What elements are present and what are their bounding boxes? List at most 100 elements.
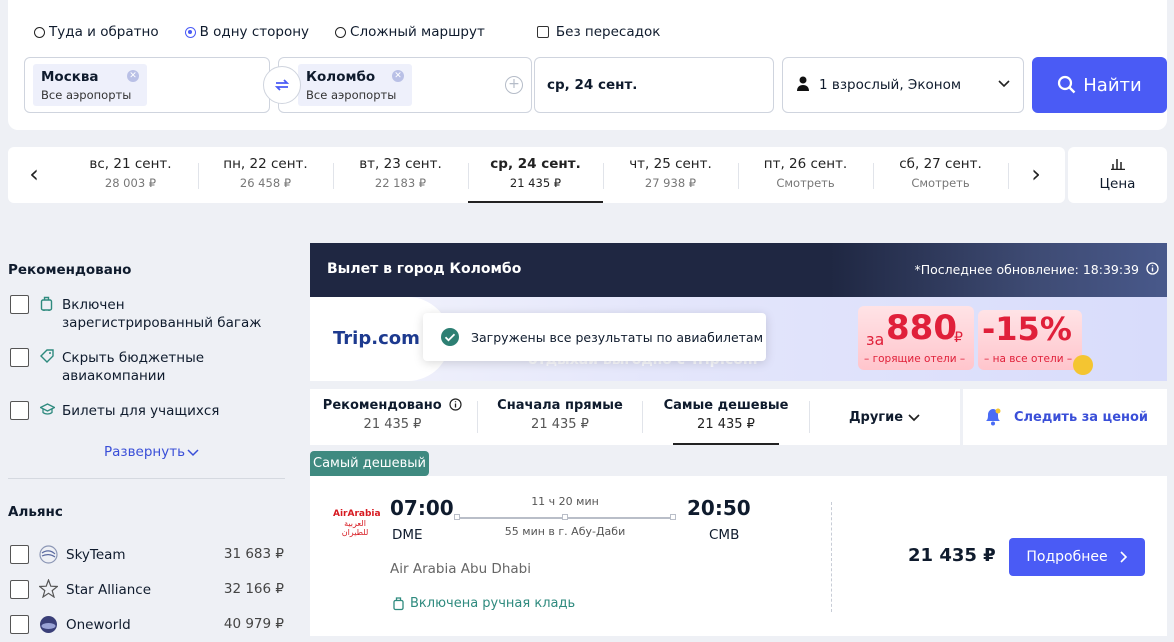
flight-duration: 11 ч 20 мин: [531, 495, 599, 508]
star-alliance-logo-icon: [37, 578, 60, 602]
route-stop-marker: [562, 514, 568, 520]
find-button[interactable]: Найти: [1032, 57, 1167, 113]
radio-one-way[interactable]: В одну сторону: [184, 24, 309, 40]
graduation-cap-icon: [39, 403, 56, 420]
filter-label-baggage: Включен зарегистрированный багаж: [62, 297, 262, 331]
details-button[interactable]: Подробнее: [1009, 538, 1145, 576]
radio-dot[interactable]: [34, 26, 45, 38]
radio-dot[interactable]: [335, 26, 347, 38]
oneworld-svg: [40, 616, 57, 633]
sort-tab-direct[interactable]: Сначала прямые 21 435 ₽: [478, 389, 642, 445]
arrival-time: 20:50: [687, 496, 751, 520]
date-item[interactable]: чт, 25 сент. 27 938 ₽: [603, 147, 738, 203]
direct-only-checkbox[interactable]: Без пересадок: [536, 24, 661, 40]
chevron-down-icon: [187, 449, 199, 457]
date-day: пт, 26 сент.: [763, 156, 848, 172]
chevron-svg: [998, 80, 1010, 88]
date-item[interactable]: вс, 21 сент. 28 003 ₽: [63, 147, 198, 203]
offer-prefix: за: [866, 330, 885, 349]
date-value: ср, 24 сент.: [547, 77, 638, 93]
ticket-divider: [831, 502, 832, 612]
date-day: вт, 23 сент.: [359, 156, 442, 172]
date-item[interactable]: пт, 26 сент. Смотреть: [738, 147, 873, 203]
date-day: чт, 25 сент.: [629, 156, 712, 172]
alliance-checkbox-oneworld[interactable]: [10, 615, 29, 634]
results-header: Вылет в город Коломбо *Последнее обновле…: [310, 243, 1167, 297]
swap-cities-icon[interactable]: [263, 66, 301, 104]
skyteam-logo-icon: [39, 545, 58, 568]
ad-offer-discount: -15% – на все отели –: [978, 310, 1082, 370]
sort-tab-label: Сначала прямые: [497, 398, 623, 413]
radio-round-trip[interactable]: Туда и обратно: [34, 24, 159, 40]
find-label: Найти: [1083, 74, 1142, 96]
remove-destination-icon[interactable]: ✕: [392, 70, 404, 82]
origin-field[interactable]: Москва Все аэропорты ✕: [24, 57, 270, 113]
departure-time: 07:00: [390, 496, 454, 520]
cap-svg: [39, 403, 56, 415]
sort-tab-price: 21 435 ₽: [363, 417, 422, 432]
offer-discount-value: -15%: [982, 310, 1072, 348]
alliance-price: 40 979 ₽: [223, 616, 284, 632]
other-label: Другие: [848, 409, 904, 425]
prev-dates-chevron-icon[interactable]: ‹: [22, 161, 46, 189]
radio-label: Сложный маршрут: [350, 24, 485, 40]
date-item[interactable]: пн, 22 сент. 26 458 ₽: [198, 147, 333, 203]
sort-tab-price: 21 435 ₽: [697, 417, 755, 432]
filter-label-students: Билеты для учащихся: [62, 403, 220, 419]
date-item[interactable]: сб, 27 сент. Смотреть: [873, 147, 1008, 203]
ticket-card[interactable]: AirArabia العربية للطيران 07:00 DME 11 ч…: [310, 476, 1167, 636]
follow-price-button[interactable]: Следить за ценой: [963, 389, 1167, 445]
destination-airports: Все аэропорты: [306, 88, 397, 102]
filter-checkbox-budget[interactable]: [10, 348, 29, 367]
arrival-airport: CMB: [709, 527, 740, 543]
add-destination-icon[interactable]: +: [505, 76, 523, 94]
sort-tab-label: Самые дешевые: [663, 398, 789, 413]
bell-icon: [985, 408, 1001, 426]
info-icon[interactable]: [1146, 262, 1159, 279]
sort-tab-cheapest[interactable]: Самые дешевые 21 435 ₽: [643, 389, 809, 445]
date-day: ср, 24 сент.: [490, 156, 581, 172]
chevron-down-icon: [908, 414, 920, 422]
offer-caption: – горящие отели –: [864, 353, 966, 365]
radio-dot[interactable]: [184, 26, 196, 38]
check-circle-icon: [441, 328, 459, 346]
suitcase-svg: [40, 296, 53, 311]
passengers-value: 1 взрослый, Эконом: [819, 77, 962, 93]
expand-label: Развернуть: [104, 444, 186, 460]
skyteam-svg: [39, 545, 58, 564]
info-icon[interactable]: [449, 398, 462, 411]
filter-checkbox-baggage[interactable]: [10, 295, 29, 314]
alliance-checkbox-star[interactable]: [10, 580, 29, 599]
date-item-selected[interactable]: ср, 24 сент. 21 435 ₽: [468, 147, 603, 203]
alliance-name: SkyTeam: [66, 547, 126, 563]
sort-other-dropdown[interactable]: Другие: [810, 389, 960, 445]
date-strip: ‹ вс, 21 сент. 28 003 ₽ пн, 22 сент. 26 45…: [8, 147, 1065, 203]
date-price: 27 938 ₽: [644, 176, 697, 190]
date-price: Смотреть: [776, 176, 835, 190]
checkbox-label: Без пересадок: [555, 24, 661, 40]
sort-tab-recommended[interactable]: Рекомендовано 21 435 ₽: [310, 389, 475, 445]
date-day: вс, 21 сент.: [89, 156, 172, 172]
next-dates-chevron-icon[interactable]: ›: [1024, 161, 1048, 189]
bar-chart-icon: [1110, 159, 1125, 171]
passengers-field[interactable]: 1 взрослый, Эконом: [782, 57, 1024, 113]
alliance-checkbox-skyteam[interactable]: [10, 545, 29, 564]
filter-checkbox-students[interactable]: [10, 401, 29, 420]
date-day: сб, 27 сент.: [899, 156, 982, 172]
person-svg: [797, 76, 809, 91]
airline-logo-arabic: العربية للطيران: [341, 519, 369, 537]
destination-chip: Коломбо Все аэропорты ✕: [298, 64, 412, 106]
date-field[interactable]: ср, 24 сент.: [534, 57, 774, 113]
expand-filters-link[interactable]: Развернуть: [104, 444, 199, 460]
trip-type-row: Туда и обратно В одну сторону Сложный ма…: [34, 24, 660, 40]
checkbox-box[interactable]: [536, 26, 549, 38]
remove-origin-icon[interactable]: ✕: [127, 70, 139, 82]
chevron-down-icon: [997, 76, 1011, 94]
destination-field[interactable]: Коломбо Все аэропорты ✕ +: [278, 57, 532, 113]
radio-multi-city[interactable]: Сложный маршрут: [335, 24, 485, 40]
oneworld-logo-icon: [39, 615, 58, 638]
departure-airport: DME: [392, 527, 423, 543]
price-chart-toggle[interactable]: Цена: [1068, 147, 1167, 203]
date-price: Смотреть: [911, 176, 970, 190]
date-item[interactable]: вт, 23 сент. 22 183 ₽: [333, 147, 468, 203]
